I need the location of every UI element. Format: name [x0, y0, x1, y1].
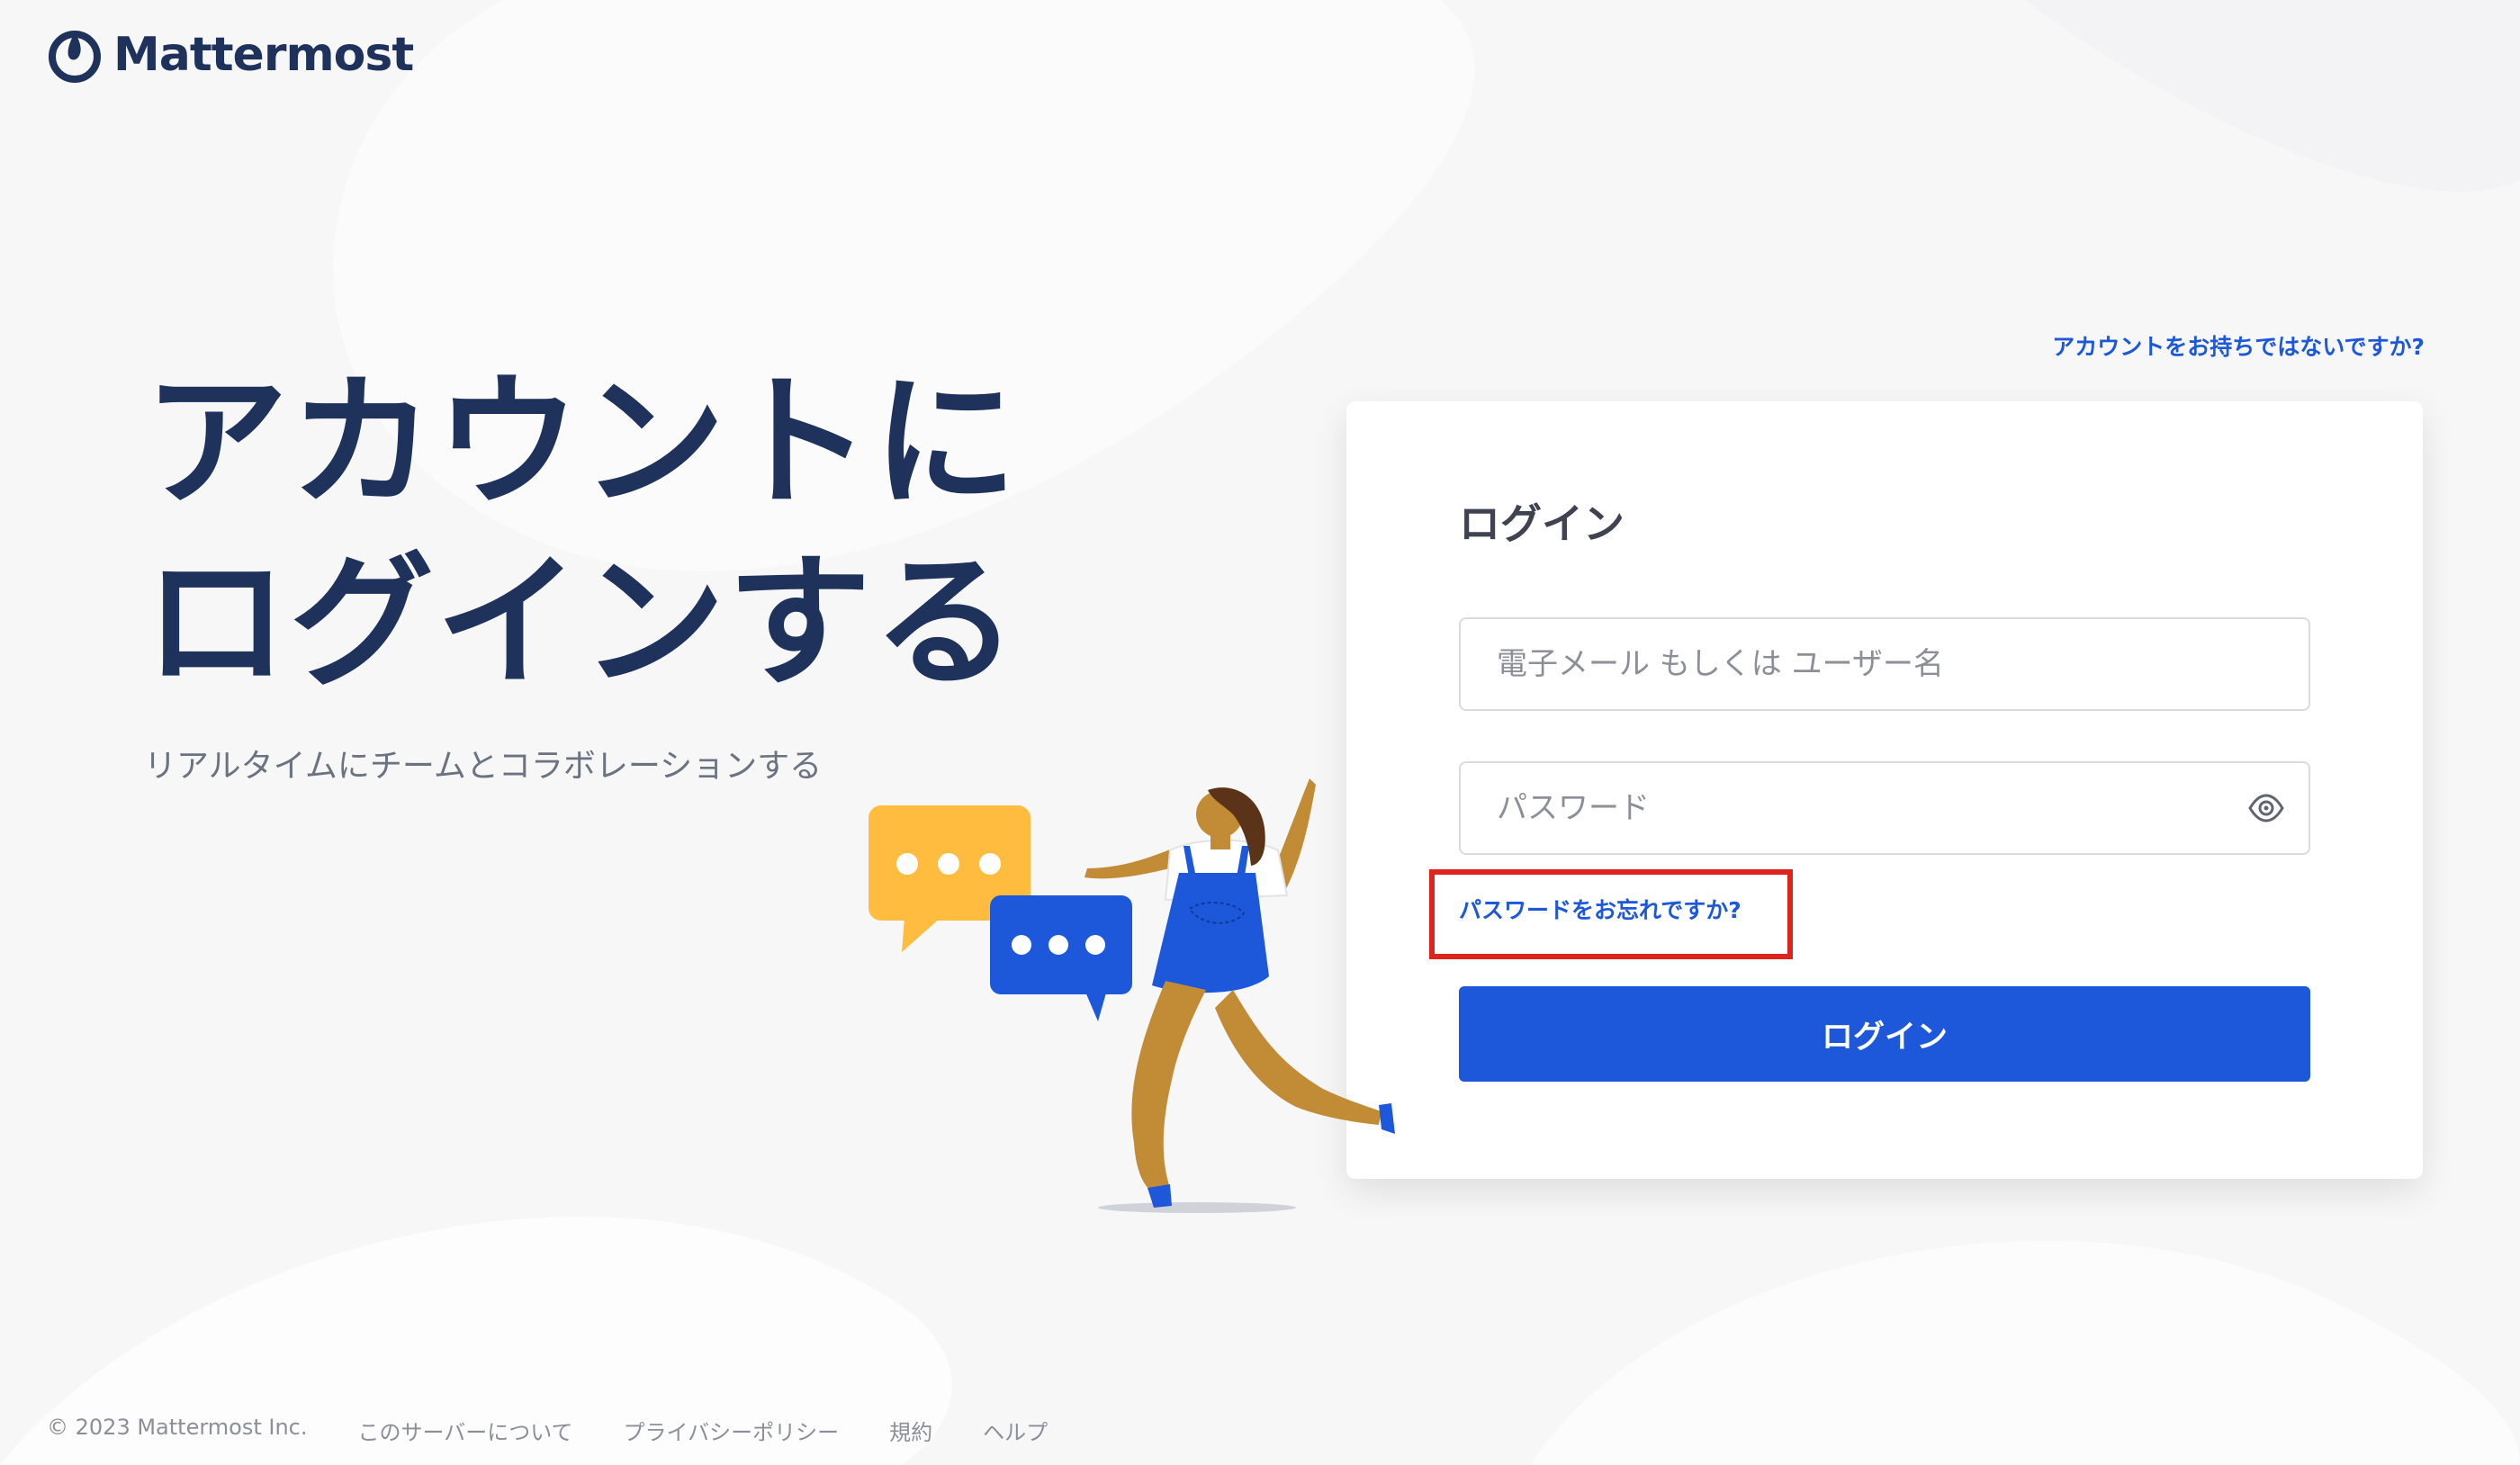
password-input[interactable] — [1461, 763, 2308, 853]
email-input[interactable] — [1461, 619, 2308, 709]
hero-title-line2: ログインする — [144, 538, 1020, 706]
login-title: ログイン — [1459, 499, 1624, 548]
login-button[interactable]: ログイン — [1459, 986, 2310, 1082]
signup-link[interactable]: アカウントをお持ちではないですか? — [2052, 329, 2425, 362]
chat-illustration — [868, 778, 1395, 1213]
eye-icon[interactable] — [2247, 789, 2285, 827]
hero-title: アカウントに ログインする — [144, 353, 1019, 713]
footer-link-help[interactable]: ヘルプ — [983, 1415, 1048, 1446]
blue-chat-bubble-icon — [990, 895, 1132, 1021]
forgot-password-link[interactable]: パスワードをお忘れですか? — [1459, 893, 1742, 925]
person-figure — [1084, 778, 1395, 1208]
footer-link-terms[interactable]: 規約 — [889, 1415, 932, 1446]
password-field-container — [1459, 761, 2310, 855]
footer: © 2023 Mattermost Inc. このサーバーについて プライバシー… — [47, 1415, 1048, 1446]
mattermost-logo-icon — [49, 31, 101, 83]
mattermost-logo: Mattermost — [47, 27, 414, 83]
copyright-text: © 2023 Mattermost Inc. — [47, 1415, 308, 1440]
footer-link-privacy[interactable]: プライバシーポリシー — [624, 1415, 840, 1446]
mattermost-logo-text: Mattermost — [113, 28, 414, 82]
footer-link-about[interactable]: このサーバーについて — [358, 1415, 573, 1446]
hero-subtitle: リアルタイムにチームとコラボレーションする — [144, 748, 823, 785]
hero-title-line1: アカウントに — [144, 358, 1020, 526]
login-card: ログイン パスワードをお忘れですか? ログイン — [1346, 401, 2423, 1179]
email-field-container — [1459, 617, 2310, 711]
